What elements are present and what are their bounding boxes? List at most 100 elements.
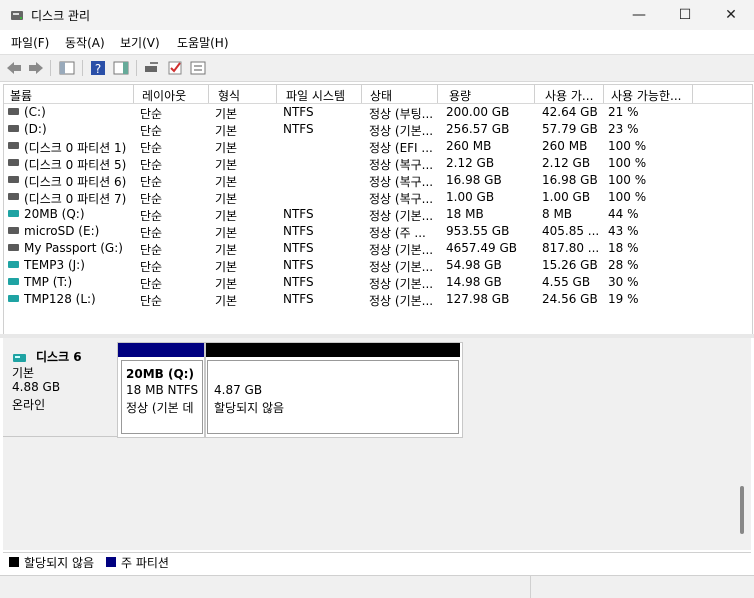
minimize-icon: — xyxy=(632,7,646,23)
disk-graphical-view: 디스크 6 기본 4.88 GB 온라인 20MB (Q:) 18 MB NTF… xyxy=(3,338,751,550)
table-row[interactable]: microSD (E:) 단순 기본 NTFS 정상 (주 ... 953.55 GB 40… xyxy=(4,223,752,240)
table-row[interactable]: (디스크 0 파티션 5) 단순 기본 정상 (복구... 2.12 GB 2.12 GB… xyxy=(4,155,752,172)
cell-layout: 단순 xyxy=(140,226,163,240)
maximize-icon: ☐ xyxy=(678,7,692,23)
cell-volume: TMP (T:) xyxy=(24,275,73,289)
table-row[interactable]: (D:) 단순 기본 NTFS 정상 (기본... 256.57 GB 57.79 GB 23… xyxy=(4,121,752,138)
menu-view[interactable]: 보기(V) xyxy=(120,34,160,51)
cell-percent-free: 19 % xyxy=(608,292,639,306)
check-icon[interactable] xyxy=(166,59,184,77)
forward-arrow-icon[interactable] xyxy=(27,59,45,77)
close-icon: ✕ xyxy=(725,7,737,23)
legend-label-unallocated: 할당되지 않음 xyxy=(24,556,95,570)
column-divider[interactable] xyxy=(603,85,604,103)
drive-icon xyxy=(8,193,19,200)
cell-volume: (디스크 0 파티션 5) xyxy=(24,158,127,172)
cell-file-system: NTFS xyxy=(283,258,314,272)
column-header-capacity[interactable]: 용량 xyxy=(449,87,471,104)
column-divider[interactable] xyxy=(692,85,693,103)
cell-file-system: NTFS xyxy=(283,105,314,119)
table-row[interactable]: TEMP3 (J:) 단순 기본 NTFS 정상 (기본... 54.98 GB 15.26… xyxy=(4,257,752,274)
cell-layout: 단순 xyxy=(140,158,163,172)
cell-type: 기본 xyxy=(215,260,238,274)
cell-free-space: 8 MB xyxy=(542,207,573,221)
menu-file[interactable]: 파일(F) xyxy=(11,34,49,51)
cell-free-space: 2.12 GB xyxy=(542,156,591,170)
table-row[interactable]: (C:) 단순 기본 NTFS 정상 (부팅... 200.00 GB 42.64 GB 21… xyxy=(4,104,752,121)
cell-capacity: 18 MB xyxy=(446,207,484,221)
table-row[interactable]: (디스크 0 파티션 7) 단순 기본 정상 (복구... 1.00 GB 1.00 GB… xyxy=(4,189,752,206)
cell-type: 기본 xyxy=(215,226,238,240)
cell-volume: (C:) xyxy=(24,105,46,119)
status-bar-divider xyxy=(530,576,531,598)
cell-layout: 단순 xyxy=(140,124,163,138)
table-row[interactable]: 20MB (Q:) 단순 기본 NTFS 정상 (기본... 18 MB 8 MB 44 % xyxy=(4,206,752,223)
menu-help[interactable]: 도움말(H) xyxy=(177,34,229,51)
disk-type: 기본 xyxy=(12,366,35,380)
cell-capacity: 16.98 GB xyxy=(446,173,502,187)
cell-type: 기본 xyxy=(215,243,238,257)
column-divider[interactable] xyxy=(133,85,134,103)
cell-type: 기본 xyxy=(215,175,238,189)
column-header-layout[interactable]: 레이아웃 xyxy=(142,87,186,104)
properties-icon[interactable] xyxy=(189,59,207,77)
column-divider[interactable] xyxy=(276,85,277,103)
cell-percent-free: 30 % xyxy=(608,275,639,289)
cell-percent-free: 100 % xyxy=(608,139,647,153)
disk-size: 4.88 GB xyxy=(12,380,61,394)
drive-icon xyxy=(8,142,19,149)
table-row[interactable]: (디스크 0 파티션 6) 단순 기본 정상 (복구... 16.98 GB 16.98 … xyxy=(4,172,752,189)
partition-status: 할당되지 않음 xyxy=(214,401,285,415)
table-row[interactable]: My Passport (G:) 단순 기본 NTFS 정상 (기본... 4657.49… xyxy=(4,240,752,257)
table-row[interactable]: TMP128 (L:) 단순 기본 NTFS 정상 (기본... 127.98 GB 24.… xyxy=(4,291,752,308)
maximize-button[interactable]: ☐ xyxy=(662,0,708,30)
cell-layout: 단순 xyxy=(140,243,163,257)
column-header-free-space[interactable]: 사용 가... xyxy=(545,87,593,104)
cell-percent-free: 21 % xyxy=(608,105,639,119)
column-divider[interactable] xyxy=(361,85,362,103)
cell-percent-free: 100 % xyxy=(608,156,647,170)
column-divider[interactable] xyxy=(534,85,535,103)
partition-unallocated[interactable]: 4.87 GB 할당되지 않음 xyxy=(206,343,460,437)
partition-primary[interactable]: 20MB (Q:) 18 MB NTFS 정상 (기본 데 xyxy=(118,343,206,437)
drive-icon xyxy=(8,244,19,251)
disk-info-box[interactable]: 디스크 6 기본 4.88 GB 온라인 xyxy=(3,342,118,437)
connect-drive-icon[interactable] xyxy=(143,59,161,77)
column-header-type[interactable]: 형식 xyxy=(218,87,240,104)
cell-free-space: 1.00 GB xyxy=(542,190,591,204)
toolbar-separator xyxy=(136,60,137,76)
help-icon[interactable]: ? xyxy=(89,59,107,77)
cell-file-system: NTFS xyxy=(283,122,314,136)
table-row[interactable]: (디스크 0 파티션 1) 단순 기본 정상 (EFI ... 260 MB 260 MB… xyxy=(4,138,752,155)
column-header-percent-free[interactable]: 사용 가능한... xyxy=(611,87,681,104)
cell-type: 기본 xyxy=(215,294,238,308)
cell-volume: (디스크 0 파티션 7) xyxy=(24,192,127,206)
scrollbar-thumb[interactable] xyxy=(740,486,744,534)
table-row[interactable]: TMP (T:) 단순 기본 NTFS 정상 (기본... 14.98 GB 4.55 GB… xyxy=(4,274,752,291)
column-header-file-system[interactable]: 파일 시스템 xyxy=(286,87,345,104)
minimize-button[interactable]: — xyxy=(616,0,662,30)
cell-volume: 20MB (Q:) xyxy=(24,207,85,221)
close-button[interactable]: ✕ xyxy=(708,0,754,30)
partition-status: 정상 (기본 데 xyxy=(126,401,194,415)
menu-action[interactable]: 동작(A) xyxy=(65,34,105,51)
drive-icon xyxy=(8,295,19,302)
cell-free-space: 42.64 GB xyxy=(542,105,598,119)
disk-name: 디스크 6 xyxy=(36,350,82,364)
cell-status: 정상 (기본... xyxy=(369,294,434,308)
column-header-volume[interactable]: 볼륨 xyxy=(10,87,32,104)
cell-type: 기본 xyxy=(215,277,238,291)
legend-swatch-unallocated xyxy=(9,557,19,567)
column-divider[interactable] xyxy=(437,85,438,103)
column-divider[interactable] xyxy=(208,85,209,103)
cell-file-system: NTFS xyxy=(283,275,314,289)
cell-percent-free: 23 % xyxy=(608,122,639,136)
column-header-status[interactable]: 상태 xyxy=(370,87,392,104)
cell-type: 기본 xyxy=(215,158,238,172)
back-arrow-icon[interactable] xyxy=(5,59,23,77)
cell-type: 기본 xyxy=(215,107,238,121)
cell-volume: microSD (E:) xyxy=(24,224,100,238)
show-hide-action-pane-icon[interactable] xyxy=(112,59,130,77)
show-hide-console-tree-icon[interactable] xyxy=(58,59,76,77)
cell-capacity: 256.57 GB xyxy=(446,122,510,136)
